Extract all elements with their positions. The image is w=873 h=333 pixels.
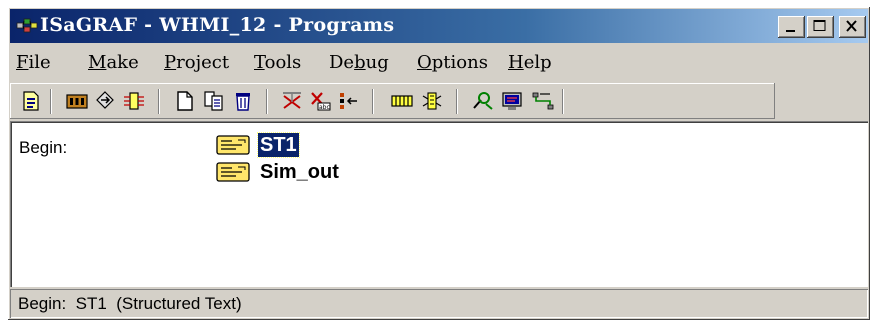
io-driver-icon[interactable] bbox=[420, 90, 444, 112]
program-icon bbox=[216, 162, 250, 182]
program-name: ST1 bbox=[257, 132, 300, 158]
minimize-button[interactable] bbox=[778, 16, 805, 38]
io-connection-icon[interactable] bbox=[122, 90, 146, 112]
minimize-icon bbox=[786, 30, 795, 32]
status-bar: Begin: ST1 (Structured Text) bbox=[10, 289, 868, 318]
menu-project[interactable]: Project bbox=[164, 52, 229, 73]
simulate-icon[interactable] bbox=[500, 90, 524, 112]
menu-help[interactable]: Help bbox=[508, 52, 552, 73]
status-text: Begin: ST1 (Structured Text) bbox=[18, 294, 242, 313]
toolbar: abc bbox=[10, 83, 775, 119]
properties-icon[interactable] bbox=[19, 90, 43, 112]
maximize-button[interactable] bbox=[807, 16, 834, 38]
dictionary-icon[interactable] bbox=[65, 90, 89, 112]
menu-file[interactable]: File bbox=[16, 52, 51, 73]
isagraf-window: ISaGRAF - WHMI_12 - Programs File Make P… bbox=[8, 7, 870, 320]
new-program-icon[interactable] bbox=[173, 90, 197, 112]
isagraf-app-icon bbox=[16, 18, 38, 33]
library-icon[interactable] bbox=[390, 90, 414, 112]
link-icon[interactable] bbox=[93, 90, 117, 112]
copy-icon[interactable] bbox=[202, 90, 226, 112]
menu-tools[interactable]: Tools bbox=[254, 52, 301, 73]
program-name: Sim_out bbox=[260, 161, 339, 183]
programs-list: Begin: ST1 Sim_out bbox=[10, 121, 868, 287]
window-title: ISaGRAF - WHMI_12 - Programs bbox=[40, 14, 395, 36]
menu-bar: File Make Project Tools Debug Options He… bbox=[10, 47, 868, 77]
touch-icon[interactable]: abc bbox=[308, 90, 332, 112]
menu-debug[interactable]: Debug bbox=[329, 52, 389, 73]
make-icon[interactable] bbox=[280, 90, 304, 112]
maximize-icon bbox=[813, 20, 826, 31]
debug-icon[interactable] bbox=[471, 90, 495, 112]
close-button[interactable] bbox=[839, 16, 866, 38]
svg-text:abc: abc bbox=[319, 104, 330, 111]
network-icon[interactable] bbox=[531, 90, 555, 112]
menu-make[interactable]: Make bbox=[88, 52, 139, 73]
section-label-begin: Begin: bbox=[19, 138, 68, 157]
title-bar[interactable]: ISaGRAF - WHMI_12 - Programs bbox=[10, 9, 868, 43]
delete-icon[interactable] bbox=[231, 90, 255, 112]
menu-options[interactable]: Options bbox=[417, 52, 488, 73]
verify-icon[interactable] bbox=[337, 90, 361, 112]
close-icon bbox=[846, 20, 857, 32]
program-icon bbox=[216, 135, 250, 155]
